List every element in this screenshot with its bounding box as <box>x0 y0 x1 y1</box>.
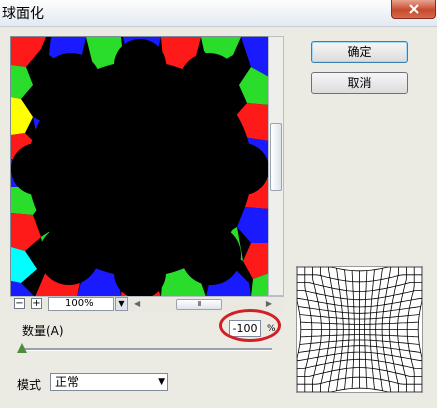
chevron-down-icon: ▼ <box>118 299 125 308</box>
amount-slider-track[interactable] <box>22 348 272 351</box>
distortion-grid-preview <box>296 266 423 393</box>
spherize-preview-image <box>11 37 269 297</box>
mode-value: 正常 <box>55 375 80 389</box>
title-bar: 球面化 <box>0 0 437 27</box>
zoom-out-icon: − <box>15 298 24 309</box>
ok-button[interactable]: 确定 <box>311 41 408 63</box>
amount-slider-thumb[interactable] <box>17 343 27 353</box>
zoom-in-icon: + <box>32 298 41 309</box>
grid-line <box>297 387 422 393</box>
zoom-out-button[interactable]: − <box>14 298 25 309</box>
mode-label: 模式 <box>17 378 42 392</box>
grid-line <box>417 267 423 392</box>
sphere-mask <box>11 39 269 297</box>
grid-line <box>296 267 302 392</box>
chevron-down-icon: ▼ <box>158 377 165 387</box>
close-icon <box>408 4 419 14</box>
zoom-dropdown-button[interactable]: ▼ <box>115 297 128 311</box>
zoom-in-button[interactable]: + <box>31 298 42 309</box>
amount-label: 数量(A) <box>22 324 64 338</box>
zoom-level-field[interactable]: 100% <box>48 297 114 311</box>
filter-preview[interactable] <box>10 36 270 298</box>
window-title: 球面化 <box>2 6 44 22</box>
close-button[interactable] <box>391 0 436 19</box>
scroll-right-icon[interactable]: ▶ <box>266 299 272 308</box>
vertical-scroll-thumb[interactable] <box>270 123 282 191</box>
grid-line <box>297 266 422 272</box>
mode-select[interactable]: 正常 ▼ <box>50 373 168 391</box>
cancel-button[interactable]: 取消 <box>311 72 408 94</box>
annotation-circle <box>219 309 281 342</box>
horizontal-scroll-thumb[interactable]: III <box>176 299 222 310</box>
preview-vertical-scrollbar[interactable] <box>268 36 284 296</box>
pinch-grid-icon <box>296 266 423 393</box>
scroll-left-icon[interactable]: ◀ <box>134 299 140 308</box>
